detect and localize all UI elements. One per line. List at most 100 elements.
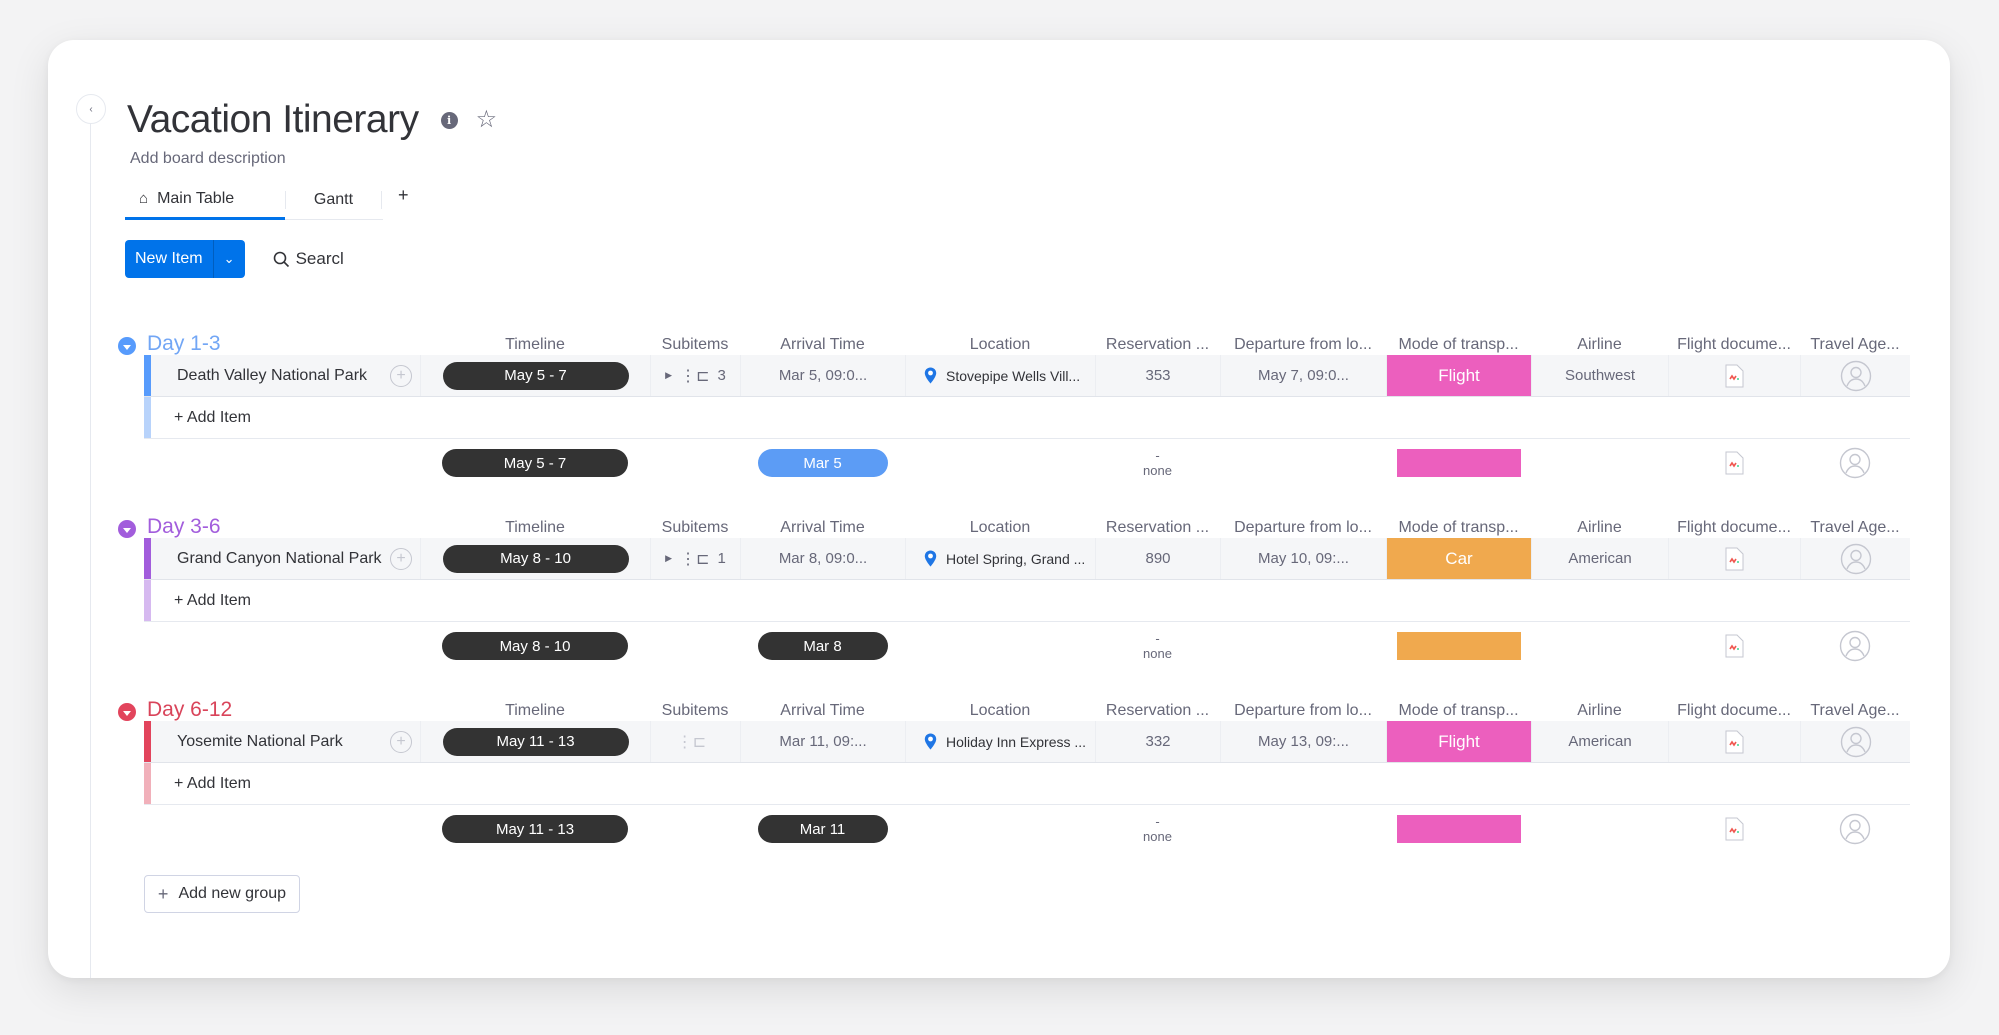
timeline-cell[interactable]: May 8 - 10 <box>420 538 650 579</box>
column-header-reservation[interactable]: Reservation ... <box>1095 336 1220 354</box>
column-header-travel-agent[interactable]: Travel Age... <box>1800 519 1910 537</box>
item-name-cell[interactable]: Yosemite National Park + <box>151 721 420 762</box>
column-header-flight-documents[interactable]: Flight docume... <box>1668 336 1800 354</box>
departure-cell[interactable]: May 10, 09:... <box>1220 538 1386 579</box>
item-name[interactable]: Yosemite National Park <box>177 733 343 751</box>
add-item-row[interactable]: + Add Item <box>144 397 1910 439</box>
column-header-travel-agent[interactable]: Travel Age... <box>1800 336 1910 354</box>
reservation-cell[interactable]: 890 <box>1095 538 1220 579</box>
mode-of-transport-status[interactable]: Car <box>1386 538 1531 579</box>
item-name[interactable]: Grand Canyon National Park <box>177 550 382 568</box>
add-update-icon[interactable]: + <box>390 365 412 387</box>
subitems-cell[interactable]: ▶ ⋮⊏ <box>650 721 740 762</box>
column-header-location[interactable]: Location <box>905 702 1095 720</box>
new-item-label[interactable]: New Item <box>125 240 213 278</box>
airline-cell[interactable]: American <box>1531 721 1668 762</box>
mode-of-transport-status[interactable]: Flight <box>1386 355 1531 396</box>
timeline-cell[interactable]: May 11 - 13 <box>420 721 650 762</box>
column-header-location[interactable]: Location <box>905 336 1095 354</box>
item-name[interactable]: Death Valley National Park <box>177 367 367 385</box>
group-collapse-icon[interactable] <box>118 520 136 538</box>
table-row[interactable]: Grand Canyon National Park + May 8 - 10 … <box>144 538 1910 580</box>
collapse-sidebar-button[interactable]: ‹ <box>76 94 106 124</box>
table-row[interactable]: Yosemite National Park + May 11 - 13 ▶ ⋮… <box>144 721 1910 763</box>
arrival-time-cell[interactable]: Mar 5, 09:0... <box>740 355 905 396</box>
column-header-mode-of-transport[interactable]: Mode of transp... <box>1386 702 1531 720</box>
column-header-mode-of-transport[interactable]: Mode of transp... <box>1386 519 1531 537</box>
column-header-airline[interactable]: Airline <box>1531 702 1668 720</box>
board-description[interactable]: Add board description <box>130 150 286 168</box>
board-title[interactable]: Vacation Itinerary <box>127 98 419 142</box>
item-name-cell[interactable]: Grand Canyon National Park + <box>151 538 420 579</box>
subitems-cell[interactable]: ▶ ⋮⊏ 3 <box>650 355 740 396</box>
travel-agent-cell[interactable] <box>1800 355 1910 396</box>
timeline-pill[interactable]: May 8 - 10 <box>442 544 629 573</box>
reservation-cell[interactable]: 353 <box>1095 355 1220 396</box>
column-header-location[interactable]: Location <box>905 519 1095 537</box>
tab-gantt[interactable]: Gantt <box>286 181 381 219</box>
star-icon[interactable]: ☆ <box>476 108 498 132</box>
column-header-departure[interactable]: Departure from lo... <box>1220 519 1386 537</box>
subitems-toggle[interactable]: ▶ ⋮⊏ 1 <box>665 549 726 569</box>
add-item-row[interactable]: + Add Item <box>144 763 1910 805</box>
location-cell[interactable]: Hotel Spring, Grand ... <box>905 538 1095 579</box>
flight-documents-cell[interactable] <box>1668 355 1800 396</box>
search-button[interactable]: Searcl <box>273 249 344 269</box>
table-row[interactable]: Death Valley National Park + May 5 - 7 ▶… <box>144 355 1910 397</box>
column-header-reservation[interactable]: Reservation ... <box>1095 702 1220 720</box>
column-header-arrival-time[interactable]: Arrival Time <box>740 702 905 720</box>
arrival-time-cell[interactable]: Mar 11, 09:... <box>740 721 905 762</box>
column-header-timeline[interactable]: Timeline <box>420 336 650 354</box>
group-collapse-icon[interactable] <box>118 703 136 721</box>
column-header-travel-agent[interactable]: Travel Age... <box>1800 702 1910 720</box>
arrival-time-cell[interactable]: Mar 8, 09:0... <box>740 538 905 579</box>
flight-documents-cell[interactable] <box>1668 538 1800 579</box>
column-header-arrival-time[interactable]: Arrival Time <box>740 336 905 354</box>
add-item-input[interactable]: + Add Item <box>174 397 251 438</box>
file-icon[interactable] <box>1725 547 1744 571</box>
column-header-flight-documents[interactable]: Flight docume... <box>1668 702 1800 720</box>
airline-cell[interactable]: American <box>1531 538 1668 579</box>
expand-triangle-icon[interactable]: ▶ <box>665 553 672 564</box>
chevron-down-icon[interactable]: ⌄ <box>212 240 245 278</box>
expand-triangle-icon[interactable]: ▶ <box>665 370 672 381</box>
location-cell[interactable]: Holiday Inn Express ... <box>905 721 1095 762</box>
group-collapse-icon[interactable] <box>118 337 136 355</box>
airline-cell[interactable]: Southwest <box>1531 355 1668 396</box>
group-title[interactable]: Day 3-6 <box>147 515 221 539</box>
travel-agent-cell[interactable] <box>1800 538 1910 579</box>
column-header-subitems[interactable]: Subitems <box>650 336 740 354</box>
new-item-button[interactable]: New Item ⌄ <box>125 240 245 278</box>
column-header-timeline[interactable]: Timeline <box>420 702 650 720</box>
timeline-pill[interactable]: May 11 - 13 <box>442 727 629 756</box>
info-icon[interactable]: i <box>440 111 458 129</box>
add-view-button[interactable]: + <box>398 185 409 206</box>
timeline-pill[interactable]: May 5 - 7 <box>442 361 629 390</box>
mode-of-transport-status[interactable]: Flight <box>1386 721 1531 762</box>
person-icon[interactable] <box>1840 726 1872 758</box>
add-update-icon[interactable]: + <box>390 731 412 753</box>
column-header-timeline[interactable]: Timeline <box>420 519 650 537</box>
column-header-airline[interactable]: Airline <box>1531 336 1668 354</box>
column-header-arrival-time[interactable]: Arrival Time <box>740 519 905 537</box>
add-item-input[interactable]: + Add Item <box>174 763 251 804</box>
item-name-cell[interactable]: Death Valley National Park + <box>151 355 420 396</box>
column-header-subitems[interactable]: Subitems <box>650 519 740 537</box>
group-title[interactable]: Day 1-3 <box>147 332 221 356</box>
person-icon[interactable] <box>1840 543 1872 575</box>
reservation-cell[interactable]: 332 <box>1095 721 1220 762</box>
file-icon[interactable] <box>1725 364 1744 388</box>
timeline-cell[interactable]: May 5 - 7 <box>420 355 650 396</box>
add-item-input[interactable]: + Add Item <box>174 580 251 621</box>
location-cell[interactable]: Stovepipe Wells Vill... <box>905 355 1095 396</box>
column-header-reservation[interactable]: Reservation ... <box>1095 519 1220 537</box>
travel-agent-cell[interactable] <box>1800 721 1910 762</box>
tab-main-table[interactable]: ⌂ Main Table <box>125 180 285 220</box>
add-new-group-button[interactable]: + Add new group <box>144 875 300 913</box>
column-header-airline[interactable]: Airline <box>1531 519 1668 537</box>
column-header-flight-documents[interactable]: Flight docume... <box>1668 519 1800 537</box>
add-update-icon[interactable]: + <box>390 548 412 570</box>
column-header-mode-of-transport[interactable]: Mode of transp... <box>1386 336 1531 354</box>
column-header-subitems[interactable]: Subitems <box>650 702 740 720</box>
group-title[interactable]: Day 6-12 <box>147 698 232 722</box>
